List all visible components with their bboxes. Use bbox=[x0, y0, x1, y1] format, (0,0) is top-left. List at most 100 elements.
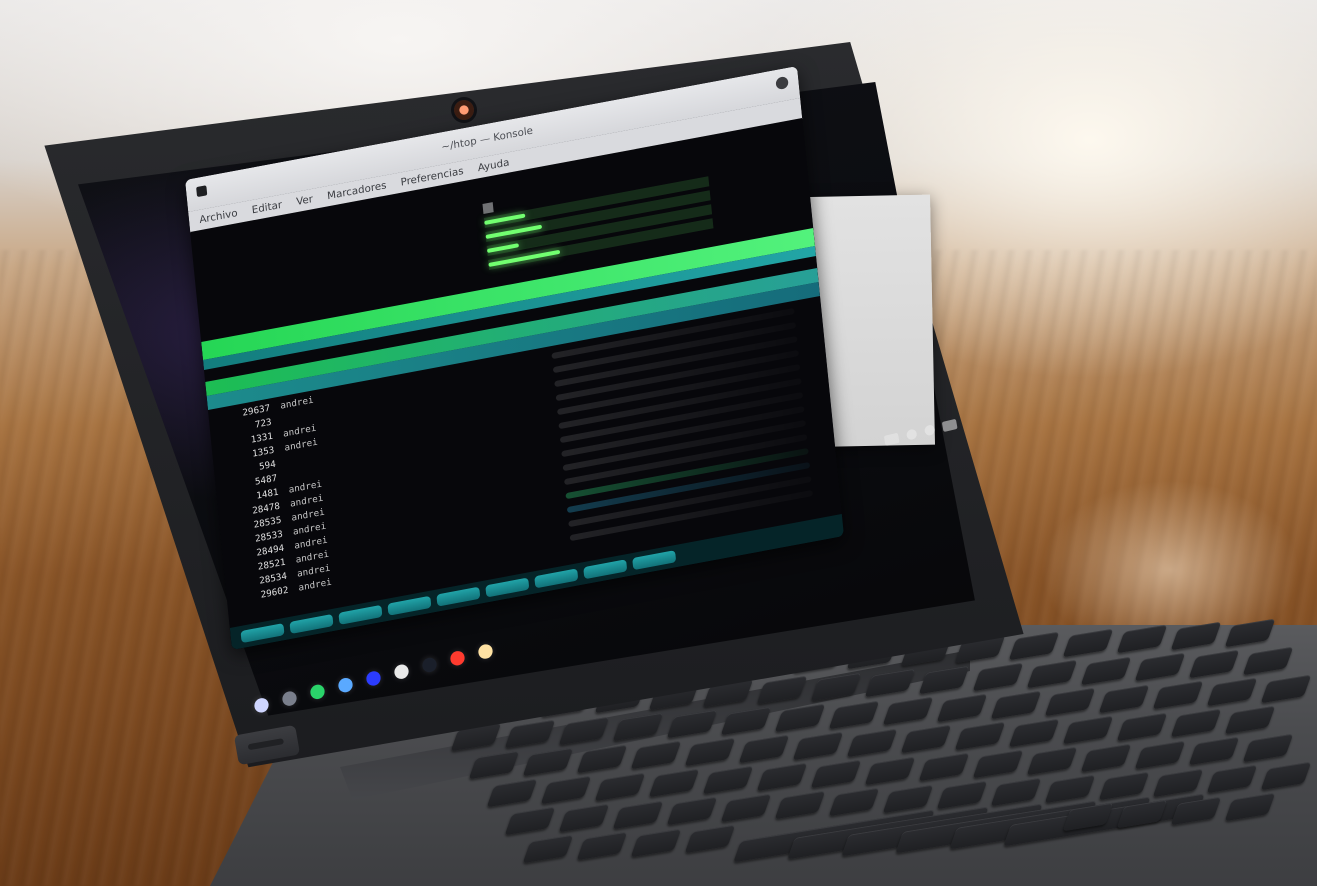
process-user bbox=[282, 411, 335, 421]
tray-icon[interactable] bbox=[941, 418, 958, 433]
menu-item[interactable]: Ayuda bbox=[477, 157, 510, 174]
app-icon[interactable] bbox=[309, 683, 326, 701]
process-pri bbox=[356, 517, 376, 521]
keyboard-key bbox=[1008, 718, 1060, 748]
process-pri bbox=[355, 503, 375, 507]
keyboard-key bbox=[846, 728, 898, 757]
keyboard-key bbox=[576, 744, 628, 773]
keyboard-key bbox=[972, 749, 1024, 779]
tray-icon[interactable] bbox=[883, 432, 900, 446]
keyboard-key bbox=[1242, 646, 1294, 676]
process-ni bbox=[388, 527, 402, 530]
process-pri bbox=[344, 391, 364, 395]
keyboard-key bbox=[774, 790, 826, 820]
keyboard-key bbox=[630, 828, 682, 857]
keyboard-key bbox=[1062, 715, 1114, 745]
keyboard-key bbox=[612, 713, 664, 742]
keyboard-key bbox=[684, 825, 736, 854]
keyboard-key bbox=[1170, 709, 1222, 738]
keyboard-key bbox=[738, 734, 790, 764]
process-ni bbox=[377, 415, 391, 418]
keyboard-key bbox=[1026, 746, 1078, 776]
app-icon[interactable] bbox=[281, 689, 298, 708]
app-icon[interactable] bbox=[421, 656, 438, 674]
process-pri bbox=[353, 489, 373, 493]
keyboard-key bbox=[972, 662, 1024, 692]
keyboard-key bbox=[522, 747, 574, 777]
keyboard-key bbox=[1134, 740, 1186, 769]
process-ni bbox=[380, 443, 394, 446]
keyboard-key bbox=[756, 675, 808, 705]
close-icon[interactable] bbox=[775, 75, 789, 91]
process-ni bbox=[385, 499, 399, 502]
keyboard-key bbox=[558, 716, 610, 745]
terminal-app-icon bbox=[196, 185, 208, 198]
keyboard-key bbox=[864, 669, 916, 698]
keyboard-key bbox=[936, 781, 988, 810]
app-icon[interactable] bbox=[365, 669, 382, 688]
menu-item[interactable]: Ver bbox=[296, 193, 314, 207]
keyboard-key bbox=[990, 777, 1042, 807]
keyboard-key bbox=[702, 765, 754, 795]
process-user bbox=[287, 467, 340, 477]
keyboard-key bbox=[810, 672, 862, 701]
app-launcher-icon[interactable] bbox=[253, 696, 270, 714]
menu-item[interactable]: Archivo bbox=[199, 207, 238, 225]
process-user bbox=[286, 453, 339, 463]
app-icon[interactable] bbox=[393, 663, 410, 681]
keyboard-key bbox=[1134, 653, 1186, 682]
cpu-meter-label bbox=[482, 202, 494, 215]
keyboard-key bbox=[900, 725, 952, 754]
tray-icon[interactable] bbox=[905, 428, 918, 441]
keyboard-key bbox=[558, 803, 610, 833]
keyboard-key bbox=[1152, 681, 1204, 710]
keyboard-key bbox=[1188, 649, 1240, 679]
keyboard-key bbox=[1242, 733, 1294, 763]
keyboard-key bbox=[540, 775, 592, 805]
process-pri bbox=[348, 433, 368, 437]
keyboard-key bbox=[810, 759, 862, 789]
process-ni bbox=[378, 429, 392, 432]
app-icon[interactable] bbox=[337, 676, 354, 694]
keyboard-key bbox=[504, 806, 556, 836]
keyboard-key bbox=[1260, 674, 1312, 704]
keyboard-key bbox=[486, 778, 538, 808]
menu-item[interactable]: Editar bbox=[251, 199, 282, 216]
system-tray bbox=[883, 418, 958, 446]
keyboard-key bbox=[756, 762, 808, 792]
photo-scene: ~/htop — Konsole Archivo Editar Ver Marc… bbox=[0, 0, 1317, 886]
process-ni bbox=[383, 471, 397, 474]
keyboard-key bbox=[1098, 684, 1150, 713]
tray-icon[interactable] bbox=[923, 424, 936, 437]
keyboard-key bbox=[630, 741, 682, 770]
keyboard-key bbox=[468, 750, 520, 780]
process-pri bbox=[346, 419, 366, 423]
keyboard-key bbox=[936, 693, 988, 723]
keyboard-key bbox=[594, 772, 646, 801]
keyboard-key bbox=[576, 831, 628, 861]
keyboard-key bbox=[522, 834, 574, 864]
keyboard-key bbox=[1116, 712, 1168, 741]
app-icon[interactable] bbox=[449, 649, 466, 667]
keyboard-key bbox=[882, 697, 934, 726]
keyboard-key bbox=[504, 719, 556, 749]
app-icon[interactable] bbox=[477, 642, 494, 661]
process-ni bbox=[374, 387, 388, 390]
keyboard-key bbox=[720, 706, 772, 736]
keyboard-key bbox=[774, 703, 826, 733]
process-pri bbox=[351, 461, 371, 465]
process-ni bbox=[384, 485, 398, 488]
keyboard-key bbox=[990, 690, 1042, 720]
process-pri bbox=[352, 475, 372, 479]
keyboard-key bbox=[1044, 687, 1096, 717]
process-pri bbox=[358, 531, 378, 535]
keyboard-key bbox=[648, 769, 700, 798]
keyboard-key bbox=[882, 784, 934, 813]
keyboard-key bbox=[1098, 771, 1150, 801]
keyboard-key bbox=[1206, 677, 1258, 707]
keyboard-key bbox=[720, 793, 772, 823]
keyboard-key bbox=[1224, 793, 1276, 822]
keyboard-key bbox=[954, 721, 1006, 751]
keyboard-key bbox=[1152, 768, 1204, 797]
webcam-icon bbox=[454, 100, 474, 120]
